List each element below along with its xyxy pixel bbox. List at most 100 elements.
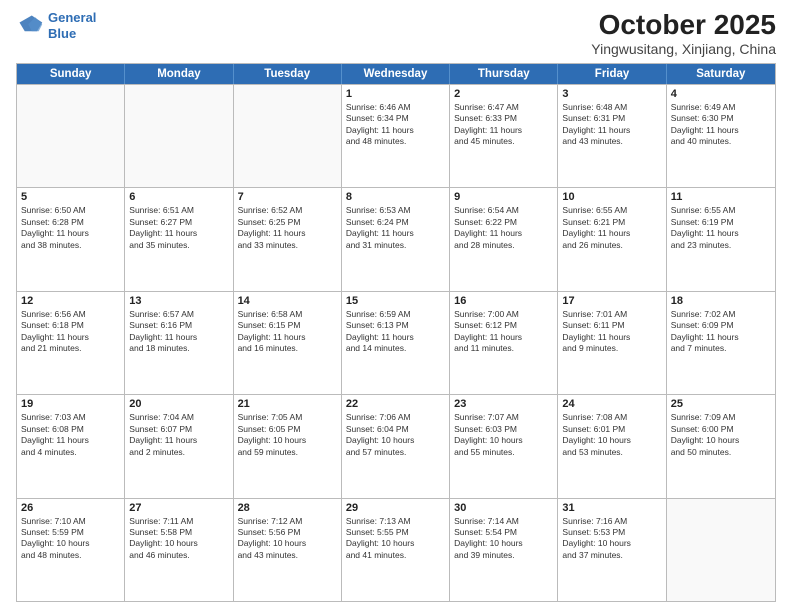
day-number: 23 [454, 398, 553, 410]
logo-line1: General [48, 10, 96, 25]
day-info: Sunrise: 7:08 AM Sunset: 6:01 PM Dayligh… [562, 412, 661, 458]
day-info: Sunrise: 6:53 AM Sunset: 6:24 PM Dayligh… [346, 205, 445, 251]
day-number: 3 [562, 88, 661, 100]
day-cell-23: 23Sunrise: 7:07 AM Sunset: 6:03 PM Dayli… [450, 395, 558, 497]
month-title: October 2025 [591, 10, 776, 41]
day-cell-26: 26 Sunrise: 7:10 AM Sunset: 5:59 PM Dayli… [17, 499, 125, 601]
title-block: October 2025 Yingwusitang, Xinjiang, Chi… [591, 10, 776, 57]
day-number: 26 [21, 502, 120, 514]
day-cell-27: 27 Sunrise: 7:11 AM Sunset: 5:58 PM Dayli… [125, 499, 233, 601]
day-header-tuesday: Tuesday [234, 64, 342, 84]
day-info: Sunrise: 7:04 AM Sunset: 6:07 PM Dayligh… [129, 412, 228, 458]
calendar: SundayMondayTuesdayWednesdayThursdayFrid… [16, 63, 776, 602]
week-row-3: 12 Sunrise: 6:56 AM Sunset: 6:18 PM Dayli… [17, 291, 775, 394]
location: Yingwusitang, Xinjiang, China [591, 41, 776, 57]
day-cell-25: 25 Sunrise: 7:09 AM Sunset: 6:00 PM Dayli… [667, 395, 775, 497]
day-info: Sunrise: 7:11 AM Sunset: 5:58 PM Dayligh… [129, 516, 228, 562]
day-info: Sunrise: 7:01 AM Sunset: 6:11 PM Dayligh… [562, 309, 661, 355]
day-header-wednesday: Wednesday [342, 64, 450, 84]
day-number: 5 [21, 191, 120, 203]
day-cell-12: 12 Sunrise: 6:56 AM Sunset: 6:18 PM Dayli… [17, 292, 125, 394]
day-number: 22 [346, 398, 445, 410]
day-cell-14: 14Sunrise: 6:58 AM Sunset: 6:15 PM Dayli… [234, 292, 342, 394]
day-info: Sunrise: 7:12 AM Sunset: 5:56 PM Dayligh… [238, 516, 337, 562]
day-info: Sunrise: 6:55 AM Sunset: 6:19 PM Dayligh… [671, 205, 771, 251]
day-info: Sunrise: 6:47 AM Sunset: 6:33 PM Dayligh… [454, 102, 553, 148]
day-cell-1: 1Sunrise: 6:46 AM Sunset: 6:34 PM Daylig… [342, 85, 450, 187]
day-number: 28 [238, 502, 337, 514]
day-number: 27 [129, 502, 228, 514]
day-info: Sunrise: 7:06 AM Sunset: 6:04 PM Dayligh… [346, 412, 445, 458]
day-number: 4 [671, 88, 771, 100]
day-cell-21: 21 Sunrise: 7:05 AM Sunset: 6:05 PM Dayli… [234, 395, 342, 497]
empty-cell [667, 499, 775, 601]
day-info: Sunrise: 7:10 AM Sunset: 5:59 PM Dayligh… [21, 516, 120, 562]
day-info: Sunrise: 6:56 AM Sunset: 6:18 PM Dayligh… [21, 309, 120, 355]
week-row-4: 19 Sunrise: 7:03 AM Sunset: 6:08 PM Dayli… [17, 394, 775, 497]
logo: General Blue [16, 10, 96, 41]
day-number: 14 [238, 295, 337, 307]
day-number: 12 [21, 295, 120, 307]
day-info: Sunrise: 7:14 AM Sunset: 5:54 PM Dayligh… [454, 516, 553, 562]
day-number: 13 [129, 295, 228, 307]
day-cell-31: 31Sunrise: 7:16 AM Sunset: 5:53 PM Dayli… [558, 499, 666, 601]
day-cell-13: 13 Sunrise: 6:57 AM Sunset: 6:16 PM Dayli… [125, 292, 233, 394]
day-header-saturday: Saturday [667, 64, 775, 84]
day-info: Sunrise: 6:55 AM Sunset: 6:21 PM Dayligh… [562, 205, 661, 251]
day-cell-29: 29Sunrise: 7:13 AM Sunset: 5:55 PM Dayli… [342, 499, 450, 601]
day-cell-24: 24 Sunrise: 7:08 AM Sunset: 6:01 PM Dayli… [558, 395, 666, 497]
day-number: 2 [454, 88, 553, 100]
day-info: Sunrise: 6:46 AM Sunset: 6:34 PM Dayligh… [346, 102, 445, 148]
day-number: 6 [129, 191, 228, 203]
day-info: Sunrise: 7:05 AM Sunset: 6:05 PM Dayligh… [238, 412, 337, 458]
day-info: Sunrise: 7:09 AM Sunset: 6:00 PM Dayligh… [671, 412, 771, 458]
day-number: 24 [562, 398, 661, 410]
page: General Blue October 2025 Yingwusitang, … [0, 0, 792, 612]
day-number: 25 [671, 398, 771, 410]
day-cell-7: 7 Sunrise: 6:52 AM Sunset: 6:25 PM Daylig… [234, 188, 342, 290]
day-cell-9: 9 Sunrise: 6:54 AM Sunset: 6:22 PM Daylig… [450, 188, 558, 290]
calendar-body: 1Sunrise: 6:46 AM Sunset: 6:34 PM Daylig… [17, 84, 775, 601]
day-number: 10 [562, 191, 661, 203]
day-number: 16 [454, 295, 553, 307]
day-info: Sunrise: 6:54 AM Sunset: 6:22 PM Dayligh… [454, 205, 553, 251]
day-number: 21 [238, 398, 337, 410]
day-number: 30 [454, 502, 553, 514]
day-cell-11: 11 Sunrise: 6:55 AM Sunset: 6:19 PM Dayli… [667, 188, 775, 290]
empty-cell [17, 85, 125, 187]
day-cell-10: 10 Sunrise: 6:55 AM Sunset: 6:21 PM Dayli… [558, 188, 666, 290]
day-cell-4: 4 Sunrise: 6:49 AM Sunset: 6:30 PM Daylig… [667, 85, 775, 187]
day-cell-18: 18Sunrise: 7:02 AM Sunset: 6:09 PM Dayli… [667, 292, 775, 394]
day-header-sunday: Sunday [17, 64, 125, 84]
day-header-thursday: Thursday [450, 64, 558, 84]
day-info: Sunrise: 6:52 AM Sunset: 6:25 PM Dayligh… [238, 205, 337, 251]
day-cell-6: 6 Sunrise: 6:51 AM Sunset: 6:27 PM Daylig… [125, 188, 233, 290]
day-number: 29 [346, 502, 445, 514]
day-cell-30: 30 Sunrise: 7:14 AM Sunset: 5:54 PM Dayli… [450, 499, 558, 601]
day-cell-5: 5 Sunrise: 6:50 AM Sunset: 6:28 PM Daylig… [17, 188, 125, 290]
day-number: 9 [454, 191, 553, 203]
empty-cell [125, 85, 233, 187]
week-row-1: 1Sunrise: 6:46 AM Sunset: 6:34 PM Daylig… [17, 84, 775, 187]
day-cell-16: 16Sunrise: 7:00 AM Sunset: 6:12 PM Dayli… [450, 292, 558, 394]
day-info: Sunrise: 7:03 AM Sunset: 6:08 PM Dayligh… [21, 412, 120, 458]
day-cell-2: 2 Sunrise: 6:47 AM Sunset: 6:33 PM Daylig… [450, 85, 558, 187]
day-info: Sunrise: 7:02 AM Sunset: 6:09 PM Dayligh… [671, 309, 771, 355]
header: General Blue October 2025 Yingwusitang, … [16, 10, 776, 57]
day-info: Sunrise: 6:51 AM Sunset: 6:27 PM Dayligh… [129, 205, 228, 251]
week-row-5: 26 Sunrise: 7:10 AM Sunset: 5:59 PM Dayli… [17, 498, 775, 601]
day-cell-22: 22 Sunrise: 7:06 AM Sunset: 6:04 PM Dayli… [342, 395, 450, 497]
day-number: 20 [129, 398, 228, 410]
day-info: Sunrise: 6:50 AM Sunset: 6:28 PM Dayligh… [21, 205, 120, 251]
day-number: 15 [346, 295, 445, 307]
day-number: 11 [671, 191, 771, 203]
day-info: Sunrise: 6:57 AM Sunset: 6:16 PM Dayligh… [129, 309, 228, 355]
day-info: Sunrise: 6:48 AM Sunset: 6:31 PM Dayligh… [562, 102, 661, 148]
day-info: Sunrise: 6:49 AM Sunset: 6:30 PM Dayligh… [671, 102, 771, 148]
day-cell-15: 15Sunrise: 6:59 AM Sunset: 6:13 PM Dayli… [342, 292, 450, 394]
day-number: 19 [21, 398, 120, 410]
day-number: 17 [562, 295, 661, 307]
day-cell-20: 20 Sunrise: 7:04 AM Sunset: 6:07 PM Dayli… [125, 395, 233, 497]
logo-line2: Blue [48, 26, 76, 41]
day-number: 7 [238, 191, 337, 203]
